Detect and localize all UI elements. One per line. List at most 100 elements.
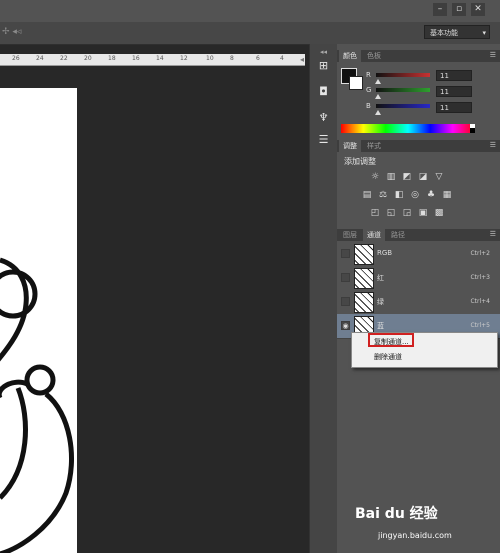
color-lookup-icon[interactable]: ▦ xyxy=(442,190,452,200)
watermark-url: jingyan.baidu.com xyxy=(378,531,452,540)
brightness-contrast-icon[interactable]: ☼ xyxy=(370,172,380,182)
tool-presets-icon[interactable]: ☰ xyxy=(315,132,332,148)
spectrum-black-swatch[interactable] xyxy=(470,128,475,133)
visibility-toggle[interactable] xyxy=(341,273,350,282)
selective-color-icon[interactable]: ▣ xyxy=(418,208,428,218)
watermark-brand: Bai du 经验 xyxy=(355,506,438,522)
panel-menu-icon[interactable]: ☰ xyxy=(490,230,496,238)
chevron-down-icon: ▾ xyxy=(482,29,486,37)
red-label: R xyxy=(366,71,371,79)
ruler-scroll-arrow-icon: ◂ xyxy=(300,55,305,64)
tab-adjustments[interactable]: 调整 xyxy=(339,140,361,152)
panel-menu-icon[interactable]: ☰ xyxy=(490,141,496,149)
channel-row-rgb[interactable]: RGB Ctrl+2 xyxy=(337,242,500,267)
canvas-artwork xyxy=(0,257,74,553)
restore-button[interactable]: ▫ xyxy=(452,3,466,16)
properties-icon[interactable]: ◘ xyxy=(315,84,332,100)
ruler-tick: 12 xyxy=(180,55,188,62)
green-slider-thumb[interactable] xyxy=(375,94,381,99)
tab-channels[interactable]: 通道 xyxy=(363,229,385,241)
horizontal-ruler: 26 24 22 20 18 16 14 12 10 8 6 4 xyxy=(0,54,305,66)
background-color-swatch[interactable] xyxy=(349,76,363,90)
levels-icon[interactable]: ▥ xyxy=(386,172,396,182)
channel-name: RGB xyxy=(377,249,393,257)
color-balance-icon[interactable]: ⚖ xyxy=(378,190,388,200)
ruler-tick: 14 xyxy=(156,55,164,62)
ruler-tick: 16 xyxy=(132,55,140,62)
tab-color[interactable]: 颜色 xyxy=(339,50,361,62)
channel-mixer-icon[interactable]: ♣ xyxy=(426,190,436,200)
curves-icon[interactable]: ◩ xyxy=(402,172,412,182)
ruler-tick: 10 xyxy=(206,55,214,62)
visibility-toggle[interactable] xyxy=(341,297,350,306)
channel-row-green[interactable]: 绿 Ctrl+4 xyxy=(337,290,500,315)
visibility-toggle[interactable] xyxy=(341,249,350,258)
minimize-button[interactable]: – xyxy=(433,3,447,16)
blue-value-field[interactable]: 11 xyxy=(436,102,472,113)
tab-styles[interactable]: 样式 xyxy=(363,140,385,152)
ruler-tick: 18 xyxy=(108,55,116,62)
delete-channel-item[interactable]: 删除通道 xyxy=(374,352,402,362)
ruler-tick: 20 xyxy=(84,55,92,62)
highlight-box xyxy=(368,333,414,347)
workspace-label: 基本功能 xyxy=(430,29,458,37)
adjustments-heading: 添加调整 xyxy=(344,157,376,166)
red-slider[interactable] xyxy=(376,73,430,77)
visibility-toggle[interactable]: ◉ xyxy=(341,321,350,330)
green-value-field[interactable]: 11 xyxy=(436,86,472,97)
hue-saturation-icon[interactable]: ▤ xyxy=(362,190,372,200)
channel-thumbnail xyxy=(354,292,374,313)
posterize-icon[interactable]: ◱ xyxy=(386,208,396,218)
artwork-circle-large xyxy=(0,269,38,319)
panel-icon-strip: ◂◂ ⊞ ◘ ♆ ☰ xyxy=(309,44,338,553)
color-panel-tabs: 颜色 色板 ☰ xyxy=(337,50,500,62)
black-white-icon[interactable]: ◧ xyxy=(394,190,404,200)
channel-name: 绿 xyxy=(377,298,384,306)
ruler-tick: 8 xyxy=(230,55,234,62)
exposure-icon[interactable]: ◪ xyxy=(418,172,428,182)
red-value-field[interactable]: 11 xyxy=(436,70,472,81)
invert-icon[interactable]: ◰ xyxy=(370,208,380,218)
red-slider-thumb[interactable] xyxy=(375,79,381,84)
channel-shortcut: Ctrl+5 xyxy=(470,322,490,329)
ruler-tick: 6 xyxy=(256,55,260,62)
title-bar xyxy=(0,0,500,22)
transform-icons: ✢ ◂◃ xyxy=(2,27,22,37)
green-label: G xyxy=(366,86,372,94)
baidu-logo: Bai du 经验 xyxy=(355,503,438,523)
green-slider[interactable] xyxy=(376,88,430,92)
tab-swatches[interactable]: 色板 xyxy=(363,50,385,62)
history-icon[interactable]: ⊞ xyxy=(315,58,332,74)
artwork-curve-inner xyxy=(0,387,28,500)
collapse-arrows-icon[interactable]: ◂◂ xyxy=(320,48,327,56)
close-button[interactable]: ✕ xyxy=(471,3,485,16)
panel-menu-icon[interactable]: ☰ xyxy=(490,51,496,59)
color-spectrum-bar[interactable] xyxy=(341,124,475,133)
channel-name: 红 xyxy=(377,274,384,282)
threshold-icon[interactable]: ◲ xyxy=(402,208,412,218)
blue-label: B xyxy=(366,102,371,110)
channel-shortcut: Ctrl+2 xyxy=(470,250,490,257)
adjustments-panel-tabs: 调整 样式 ☰ xyxy=(337,140,500,152)
artwork-circle-small xyxy=(24,364,56,396)
channels-panel-tabs: 图层 通道 路径 ☰ xyxy=(337,229,500,241)
channel-name: 蓝 xyxy=(377,322,384,330)
artwork-curve-lower xyxy=(0,392,74,553)
photo-filter-icon[interactable]: ◎ xyxy=(410,190,420,200)
vibrance-icon[interactable]: ▽ xyxy=(434,172,444,182)
channel-shortcut: Ctrl+4 xyxy=(470,298,490,305)
eye-icon: ◉ xyxy=(342,322,349,330)
blue-slider[interactable] xyxy=(376,104,430,108)
ruler-tick: 24 xyxy=(36,55,44,62)
ruler-tick: 26 xyxy=(12,55,20,62)
channel-thumbnail xyxy=(354,268,374,289)
tab-paths[interactable]: 路径 xyxy=(387,229,409,241)
brush-icon[interactable]: ♆ xyxy=(315,110,332,126)
blue-slider-thumb[interactable] xyxy=(375,110,381,115)
tab-layers[interactable]: 图层 xyxy=(339,229,361,241)
gradient-map-icon[interactable]: ▩ xyxy=(434,208,444,218)
channel-row-red[interactable]: 红 Ctrl+3 xyxy=(337,266,500,291)
workspace-select[interactable]: 基本功能 ▾ xyxy=(424,25,490,39)
ruler-tick: 4 xyxy=(280,55,284,62)
ruler-tick: 22 xyxy=(60,55,68,62)
